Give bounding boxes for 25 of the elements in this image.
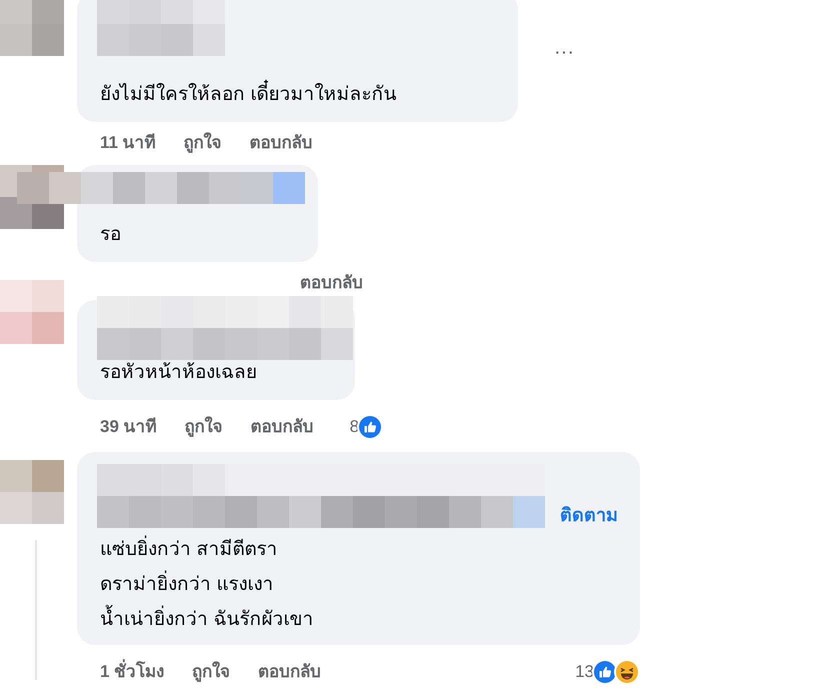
comment-text: รอ	[100, 223, 122, 247]
laughing-emoji-icon	[614, 659, 640, 685]
like-button[interactable]: ถูกใจ	[184, 415, 223, 439]
timestamp: 1 ชั่วโมง	[100, 660, 164, 684]
comment-text: ดราม่ายิ่งกว่า แรงเงา	[100, 567, 617, 602]
comment-text: น้ำเน่ายิ่งกว่า ฉันรักผัวเขา	[100, 602, 617, 637]
like-icon	[592, 659, 618, 685]
more-options-button[interactable]: ···	[550, 42, 578, 62]
pixelated-avatar	[0, 0, 64, 56]
reply-button[interactable]: ตอบกลับ	[250, 131, 313, 155]
timestamp: 39 นาที	[100, 416, 157, 438]
reply-button[interactable]: ตอบกลับ	[300, 271, 363, 295]
reply-button[interactable]: ตอบกลับ	[250, 415, 314, 439]
pixelated-avatar	[0, 460, 64, 524]
reply-button[interactable]: ตอบกลับ	[258, 660, 322, 684]
like-icon	[357, 414, 384, 440]
comment-text: ยังไม่มีใครให้ลอก เดี๋ยวมาใหม่ละกัน	[100, 81, 495, 109]
timestamp: 11 นาที	[100, 132, 156, 154]
comment-text: แซ่บยิ่งกว่า สามีตีตรา	[100, 532, 617, 567]
pixelated-avatar	[0, 280, 64, 344]
comment-text: รอหัวหน้าห้องเฉลย	[100, 361, 258, 385]
like-button[interactable]: ถูกใจ	[184, 131, 222, 155]
like-button[interactable]: ถูกใจ	[192, 660, 230, 684]
follow-link[interactable]: ติดตาม	[560, 502, 618, 528]
reaction-count: 13	[575, 661, 594, 683]
